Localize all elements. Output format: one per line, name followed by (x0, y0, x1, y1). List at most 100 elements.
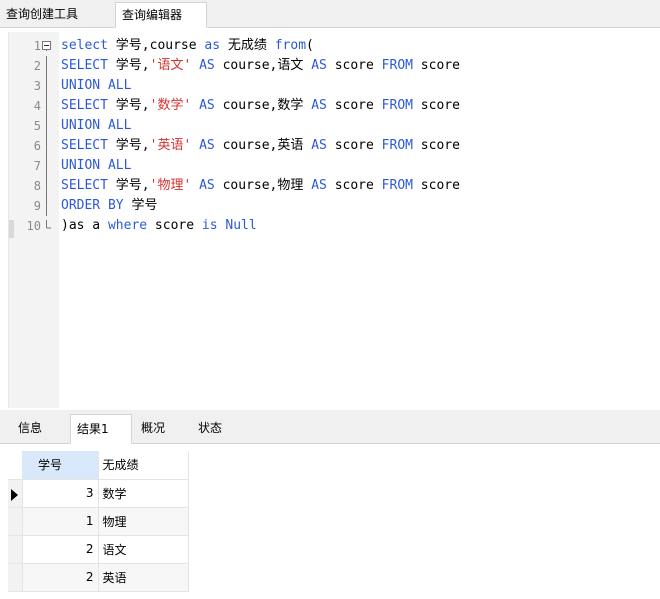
code-text: select 学号,course as 无成绩 from( (61, 36, 314, 56)
sql-keyword: AS (199, 138, 215, 153)
sql-keyword: FROM (381, 58, 413, 73)
sql-keyword: where (107, 218, 148, 233)
tab-query-editor[interactable]: 查询编辑器 (115, 2, 207, 28)
sql-keyword: SELECT (61, 138, 108, 153)
row-selector[interactable] (8, 535, 23, 564)
sql-editor[interactable]: 1 select 学号,course as 无成绩 from(2 SELECT 学号… (8, 32, 660, 408)
sql-text: ( (306, 38, 314, 53)
sql-keyword: ORDER BY (61, 198, 124, 213)
sql-keyword: AS (311, 178, 327, 193)
code-line[interactable]: 2 SELECT 学号,'语文' AS course,语文 AS score FR… (9, 56, 660, 76)
tab-query-builder[interactable]: 查询创建工具 (0, 2, 114, 28)
code-line[interactable]: 10 )as a where score is Null (9, 216, 660, 236)
line-number: 9 (33, 199, 41, 213)
sql-keyword: select (61, 38, 108, 53)
column-header-no-score[interactable]: 无成绩 (98, 451, 189, 480)
sql-text: course,物理 (214, 178, 312, 193)
sql-keyword: AS (199, 98, 215, 113)
code-text: ORDER BY 学号 (61, 196, 157, 216)
sql-keyword: as (204, 38, 221, 53)
code-line[interactable]: 5 UNION ALL (9, 116, 660, 136)
line-number: 7 (33, 159, 41, 173)
sql-keyword: UNION ALL (61, 118, 132, 133)
row-selector[interactable] (8, 479, 23, 508)
column-header-student-id[interactable]: 学号 (22, 451, 99, 480)
sql-keyword: SELECT (61, 58, 108, 73)
sql-keyword: Null (225, 218, 257, 233)
sql-keyword: from (274, 38, 307, 53)
cell-no-score[interactable]: 语文 (98, 535, 189, 564)
sql-string: '英语' (149, 138, 192, 153)
sql-string: '语文' (149, 58, 192, 73)
code-line[interactable]: 1 select 学号,course as 无成绩 from( (9, 36, 660, 56)
fold-line (46, 76, 47, 96)
sql-text: 学号, (107, 58, 150, 73)
tab-profile[interactable]: 概况 (135, 414, 187, 444)
sql-keyword: FROM (381, 138, 413, 153)
table-row[interactable]: 2 英语 (8, 563, 189, 592)
fold-line (46, 56, 47, 76)
sql-keyword: UNION ALL (61, 78, 132, 93)
sql-text: 学号, (107, 98, 150, 113)
fold-collapse-icon[interactable] (42, 40, 52, 51)
sql-keyword: AS (311, 58, 327, 73)
sql-keyword: SELECT (61, 98, 108, 113)
code-text: SELECT 学号,'物理' AS course,物理 AS score FRO… (61, 176, 460, 196)
sql-text: score (326, 58, 382, 73)
tab-result-1[interactable]: 结果1 (70, 414, 132, 444)
sql-keyword: AS (199, 58, 215, 73)
sql-keyword: UNION ALL (61, 158, 132, 173)
fold-line (46, 136, 47, 156)
result-grid-area: 学号 无成绩 3 数学 1 物理 2 语文 2 英语 (0, 445, 660, 599)
sql-text: score (326, 178, 382, 193)
code-line[interactable]: 9 ORDER BY 学号 (9, 196, 660, 216)
line-number: 6 (33, 139, 41, 153)
row-selector[interactable] (8, 563, 23, 592)
cell-student-id[interactable]: 1 (22, 507, 99, 536)
sql-text: 学号, (107, 138, 150, 153)
cell-student-id[interactable]: 2 (22, 535, 99, 564)
sql-keyword: is (201, 218, 218, 233)
fold-line (46, 156, 47, 176)
sql-text: score (412, 178, 460, 193)
fold-line (46, 96, 47, 116)
table-row[interactable]: 3 数学 (8, 479, 189, 508)
code-line[interactable]: 6 SELECT 学号,'英语' AS course,英语 AS score FR… (9, 136, 660, 156)
table-row[interactable]: 1 物理 (8, 507, 189, 536)
sql-text: score (326, 98, 382, 113)
table-row[interactable]: 2 语文 (8, 535, 189, 564)
line-number: 5 (33, 119, 41, 133)
code-text: )as a where score is Null (61, 216, 257, 236)
code-text: SELECT 学号,'数学' AS course,数学 AS score FRO… (61, 96, 460, 116)
code-line[interactable]: 3 UNION ALL (9, 76, 660, 96)
code-line[interactable]: 7 UNION ALL (9, 156, 660, 176)
line-number: 1 (33, 39, 41, 53)
cell-no-score[interactable]: 英语 (98, 563, 189, 592)
cell-student-id[interactable]: 3 (22, 479, 99, 508)
row-selector[interactable] (8, 507, 23, 536)
line-number: 10 (26, 219, 41, 233)
tab-info[interactable]: 信息 (12, 414, 68, 444)
fold-end-icon (46, 220, 51, 229)
sql-text: 学号 (123, 198, 158, 213)
line-number: 8 (33, 179, 41, 193)
code-text: UNION ALL (61, 156, 131, 176)
result-tab-bar: 信息 结果1 概况 状态 (0, 410, 660, 444)
row-pointer-icon (11, 488, 18, 501)
cell-student-id[interactable]: 2 (22, 563, 99, 592)
cell-no-score[interactable]: 物理 (98, 507, 189, 536)
line-number: 3 (33, 79, 41, 93)
sql-text: 学号, (107, 178, 150, 193)
sql-text: course,英语 (214, 138, 312, 153)
sql-text: course,语文 (214, 58, 312, 73)
tab-status[interactable]: 状态 (192, 414, 248, 444)
code-line[interactable]: 4 SELECT 学号,'数学' AS course,数学 AS score FR… (9, 96, 660, 116)
query-tab-bar: 查询创建工具 查询编辑器 (0, 0, 660, 28)
sql-text: 学号,course (107, 38, 205, 53)
code-line[interactable]: 8 SELECT 学号,'物理' AS course,物理 AS score FR… (9, 176, 660, 196)
fold-line (46, 196, 47, 216)
cell-no-score[interactable]: 数学 (98, 479, 189, 508)
